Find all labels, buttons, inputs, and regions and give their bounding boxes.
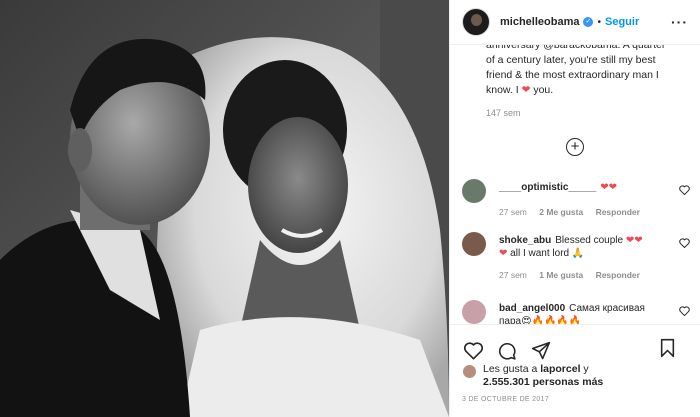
comment-text-part: Blessed couple <box>555 235 624 246</box>
comment-text: shoke_abu Blessed couple ❤❤ ❤ all I want … <box>499 234 672 260</box>
caption-line-text: you. <box>530 84 554 96</box>
comment-username[interactable]: shoke_abu <box>499 235 551 246</box>
load-more-comments[interactable]: + <box>450 138 700 156</box>
liker-avatar[interactable] <box>462 364 477 379</box>
heart-emoji: ❤❤ <box>600 182 618 193</box>
comment-body: shoke_abu Blessed couple ❤❤ ❤ all I want … <box>499 234 672 280</box>
post-date[interactable]: 3 DE OCTUBRE DE 2017 <box>462 396 549 403</box>
wedding-photo-illustration <box>0 0 449 417</box>
likes-prefix: Les gusta a <box>483 363 541 375</box>
follow-button[interactable]: Seguir <box>605 16 639 28</box>
add-circle-icon[interactable]: + <box>566 138 584 156</box>
comment-meta: 27 sem 2 Me gusta Responder <box>499 207 672 217</box>
heart-emoji: ❤❤ <box>625 235 643 246</box>
more-options-icon[interactable]: ··· <box>671 14 688 30</box>
comment-likes[interactable]: 1 Me gusta <box>539 270 583 280</box>
comment-text-part: Самая красивая <box>569 303 645 314</box>
likes-count[interactable]: 2.555.301 personas más <box>483 376 603 388</box>
author-avatar[interactable] <box>462 8 490 36</box>
verified-badge-icon: ✓ <box>583 17 594 27</box>
caption-line: friend & the most extraordinary man I <box>486 69 659 81</box>
comments-section[interactable]: anniversary @barackobama. A quarter of a… <box>450 45 700 324</box>
comment-text: ____optimistic_____ ❤❤ <box>499 181 672 194</box>
liker-username[interactable]: laporcel <box>540 363 580 375</box>
like-comment-heart-icon[interactable] <box>679 238 690 251</box>
header-separator: • <box>597 16 601 28</box>
comment-text-part: all I want lord <box>507 248 572 259</box>
comment-likes[interactable]: 2 Me gusta <box>539 207 583 217</box>
comment-icon[interactable] <box>496 340 518 362</box>
heart-icon[interactable] <box>462 340 484 362</box>
comment-body: ____optimistic_____ ❤❤ 27 sem 2 Me gusta … <box>499 181 672 217</box>
likes-summary: Les gusta a laporcel y 2.555.301 persona… <box>462 363 688 389</box>
like-comment-heart-icon[interactable] <box>679 306 690 319</box>
bookmark-icon[interactable] <box>656 337 678 359</box>
comment-age[interactable]: 27 sem <box>499 270 527 280</box>
author-username[interactable]: michelleobama <box>500 16 579 28</box>
instagram-post: michelleobama ✓ • Seguir ··· anniversary… <box>0 0 700 417</box>
comment-avatar[interactable] <box>462 179 486 203</box>
caption-line: of a century later, you're still my best <box>486 54 656 66</box>
likes-mid: y <box>580 363 589 375</box>
reply-button[interactable]: Responder <box>596 270 640 280</box>
comment-avatar[interactable] <box>462 300 486 324</box>
reply-button[interactable]: Responder <box>596 207 640 217</box>
comment-text-part: пара <box>499 316 522 324</box>
caption-line: know. I ❤ you. <box>486 83 688 98</box>
pray-emoji: 🙏 <box>571 248 585 259</box>
caption-text: anniversary @barackobama. A quarter of a… <box>486 45 688 121</box>
comment-body: bad_angel000 Самая красивая пара😍🔥🔥🔥🔥 <box>499 302 672 324</box>
comment-age[interactable]: 27 sem <box>499 207 527 217</box>
likes-text: Les gusta a laporcel y 2.555.301 persona… <box>483 363 603 389</box>
post-photo[interactable] <box>0 0 449 417</box>
post-caption: anniversary @barackobama. A quarter of a… <box>450 45 700 128</box>
post-header: michelleobama ✓ • Seguir ··· <box>450 0 700 45</box>
post-actions <box>450 324 700 364</box>
post-side-panel: michelleobama ✓ • Seguir ··· anniversary… <box>449 0 700 417</box>
share-icon[interactable] <box>530 340 552 362</box>
comment-meta: 27 sem 1 Me gusta Responder <box>499 270 672 280</box>
comment-username[interactable]: bad_angel000 <box>499 303 565 314</box>
caption-timestamp[interactable]: 147 sem <box>486 106 688 121</box>
caption-line: anniversary @barackobama. A quarter <box>486 45 666 51</box>
comment-avatar[interactable] <box>462 232 486 256</box>
comment-username[interactable]: ____optimistic_____ <box>499 182 596 193</box>
comment-text: bad_angel000 Самая красивая пара😍🔥🔥🔥🔥 <box>499 302 672 324</box>
fire-emoji: 😍🔥🔥🔥🔥 <box>521 316 582 324</box>
like-comment-heart-icon[interactable] <box>679 185 690 198</box>
caption-line-text: know. I <box>486 84 522 96</box>
